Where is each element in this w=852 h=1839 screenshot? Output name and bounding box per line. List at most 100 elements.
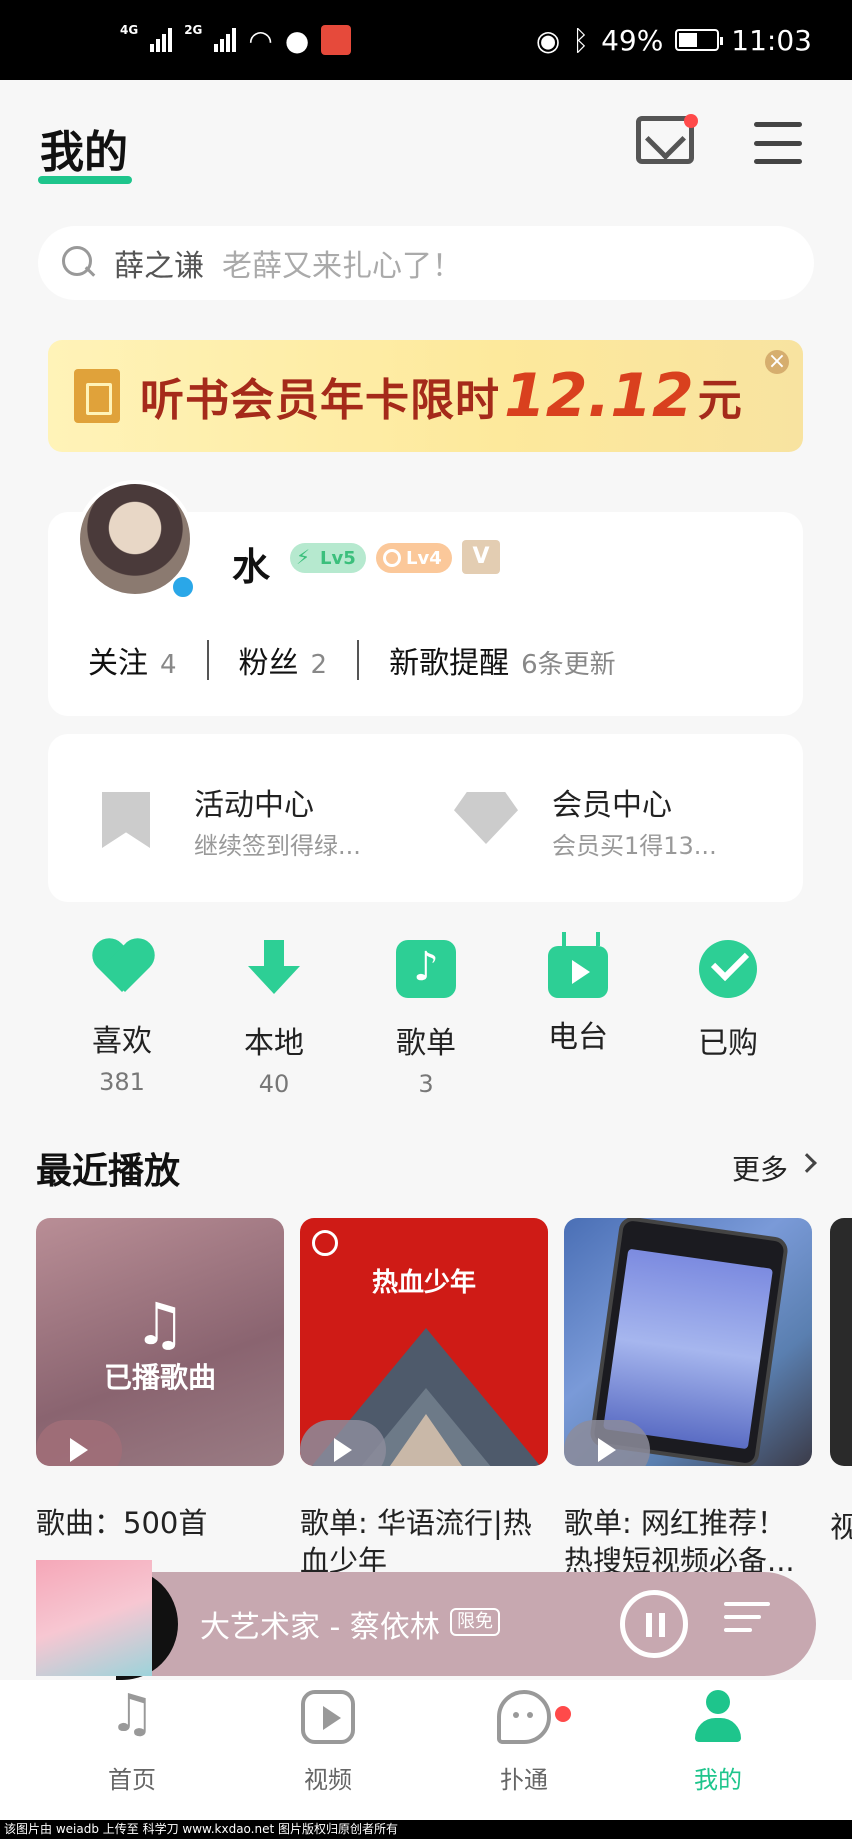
status-bar: 4G 2G ◠ ● ◉ ᛒ 49% 11:03 xyxy=(0,0,852,80)
recent-card[interactable]: 歌单: 网红推荐！热搜短视频必备... xyxy=(564,1218,812,1580)
quick-purchased[interactable]: 已购 xyxy=(668,940,788,1062)
stat-fans[interactable]: 粉丝 2 xyxy=(239,638,328,682)
cover-image: ♫ 已播歌曲 xyxy=(36,1218,284,1466)
stat-label: 新歌提醒 xyxy=(389,646,510,681)
recent-card[interactable]: ♫ 已播歌曲 歌曲：500首 xyxy=(36,1218,284,1580)
level-badge-green[interactable]: Lv5 xyxy=(290,543,366,573)
tab-label: 扑通 xyxy=(500,1766,548,1794)
tab-label: 我的 xyxy=(694,1766,742,1794)
eye-icon: ◉ xyxy=(535,23,561,57)
divider xyxy=(357,640,360,680)
banner-price: 12.12 xyxy=(504,361,694,431)
signal-icon-1 xyxy=(150,28,173,52)
activity-subtitle: 继续签到得绿... xyxy=(194,832,361,860)
section-title: 最近播放 xyxy=(36,1151,181,1192)
avatar-badge-icon xyxy=(170,574,196,600)
recent-card[interactable]: 热血少年 歌单: 华语流行|热血少年 xyxy=(300,1218,548,1580)
divider xyxy=(206,640,209,680)
status-right: ◉ ᛒ 49% 11:03 xyxy=(536,24,812,57)
page-header: 我的 xyxy=(0,80,852,190)
notification-dot xyxy=(684,114,698,128)
quick-radio[interactable]: 电台 xyxy=(518,932,638,1056)
cover-label: 热血少年 xyxy=(371,1268,476,1298)
activity-card xyxy=(48,734,803,902)
album-art[interactable] xyxy=(36,1560,152,1676)
menu-icon[interactable] xyxy=(754,122,802,164)
globe-icon: ● xyxy=(284,23,310,57)
quick-favorites[interactable]: 喜欢 381 xyxy=(62,940,182,1096)
tab-home[interactable]: 首页 xyxy=(72,1684,192,1795)
chevron-right-icon[interactable] xyxy=(797,1153,817,1173)
quick-label: 喜欢 xyxy=(92,1024,152,1059)
stat-value: 6条更新 xyxy=(521,650,616,680)
level-badge-orange[interactable]: Lv4 xyxy=(376,543,452,573)
status-left: 4G 2G ◠ ● xyxy=(120,23,352,57)
card-title-partial: 视 xyxy=(830,1510,852,1544)
stat-new-songs[interactable]: 新歌提醒 6条更新 xyxy=(389,638,616,682)
cover-image: 热血少年 xyxy=(300,1218,548,1466)
stat-following[interactable]: 关注 4 xyxy=(88,638,177,682)
username[interactable]: 水 xyxy=(232,536,270,591)
vip-badge-icon[interactable]: V xyxy=(462,540,500,574)
check-icon xyxy=(699,940,757,998)
stat-label: 粉丝 xyxy=(238,646,299,681)
title-underline xyxy=(38,176,132,184)
person-icon xyxy=(691,1690,745,1744)
stat-value: 2 xyxy=(310,650,328,680)
cover-shape xyxy=(390,1414,462,1466)
quick-count: 40 xyxy=(258,1070,290,1098)
tab-video[interactable]: 视频 xyxy=(268,1690,388,1795)
radio-icon xyxy=(548,932,608,998)
quick-local[interactable]: 本地 40 xyxy=(214,940,334,1098)
quick-label: 歌单 xyxy=(396,1026,456,1061)
more-link[interactable]: 更多 xyxy=(732,1148,788,1188)
battery-icon xyxy=(675,29,724,51)
page-title: 我的 xyxy=(40,127,128,178)
tab-mine[interactable]: 我的 xyxy=(658,1690,778,1795)
now-playing-title[interactable]: 大艺术家 - 蔡依林 xyxy=(200,1602,440,1646)
stat-value: 4 xyxy=(160,650,177,680)
play-button[interactable] xyxy=(300,1420,386,1466)
card-title: 歌单: 网红推荐！热搜短视频必备... xyxy=(564,1506,795,1578)
search-bar[interactable]: 薛之谦 老薛又来扎心了！ xyxy=(38,226,814,300)
member-subtitle: 会员买1得13... xyxy=(552,832,717,860)
recent-card-partial[interactable] xyxy=(830,1218,852,1466)
promo-banner[interactable]: 听书会员年卡限时 12.12 元 × xyxy=(48,340,803,452)
tab-label: 首页 xyxy=(108,1766,156,1794)
cover-label: 已播歌曲 xyxy=(103,1361,216,1394)
playlist-icon xyxy=(396,940,456,998)
play-button[interactable] xyxy=(564,1420,650,1466)
music-icon xyxy=(105,1684,159,1744)
search-icon xyxy=(62,246,96,280)
quick-label: 本地 xyxy=(244,1026,304,1061)
quick-count: 3 xyxy=(418,1070,434,1098)
quick-playlist[interactable]: 歌单 3 xyxy=(366,940,486,1098)
profile-stats: 关注 4 粉丝 2 新歌提醒 6条更新 xyxy=(88,638,616,682)
app-notification-icon xyxy=(321,25,352,55)
watermark-footer: 该图片由 weiadb 上传至 科学刀 www.kxdao.net 图片版权归原… xyxy=(0,1820,852,1839)
member-title: 会员中心 xyxy=(552,788,672,823)
quick-label: 已购 xyxy=(698,1026,758,1061)
chat-icon xyxy=(497,1690,551,1744)
clock: 11:03 xyxy=(731,23,812,57)
close-icon[interactable]: × xyxy=(765,350,789,374)
tab-label: 视频 xyxy=(304,1766,352,1794)
signal-icon-2 xyxy=(214,28,237,52)
activity-title: 活动中心 xyxy=(194,788,314,823)
heart-icon xyxy=(91,940,153,996)
video-icon xyxy=(301,1690,355,1744)
notification-dot xyxy=(555,1706,571,1722)
logo-icon xyxy=(312,1230,338,1256)
quick-label: 电台 xyxy=(548,1020,608,1055)
playlist-queue-icon[interactable] xyxy=(724,1602,770,1642)
pause-button[interactable] xyxy=(620,1590,688,1658)
play-button[interactable] xyxy=(36,1420,122,1466)
wifi-icon: ◠ xyxy=(248,23,273,57)
quick-count: 381 xyxy=(99,1068,145,1096)
banner-unit: 元 xyxy=(697,375,742,426)
free-tag: 限免 xyxy=(450,1608,500,1636)
banner-text: 听书会员年卡限时 xyxy=(140,375,500,426)
music-note-icon: ♫ xyxy=(134,1290,186,1358)
bluetooth-icon: ᛒ xyxy=(572,23,590,57)
download-icon xyxy=(244,940,304,998)
